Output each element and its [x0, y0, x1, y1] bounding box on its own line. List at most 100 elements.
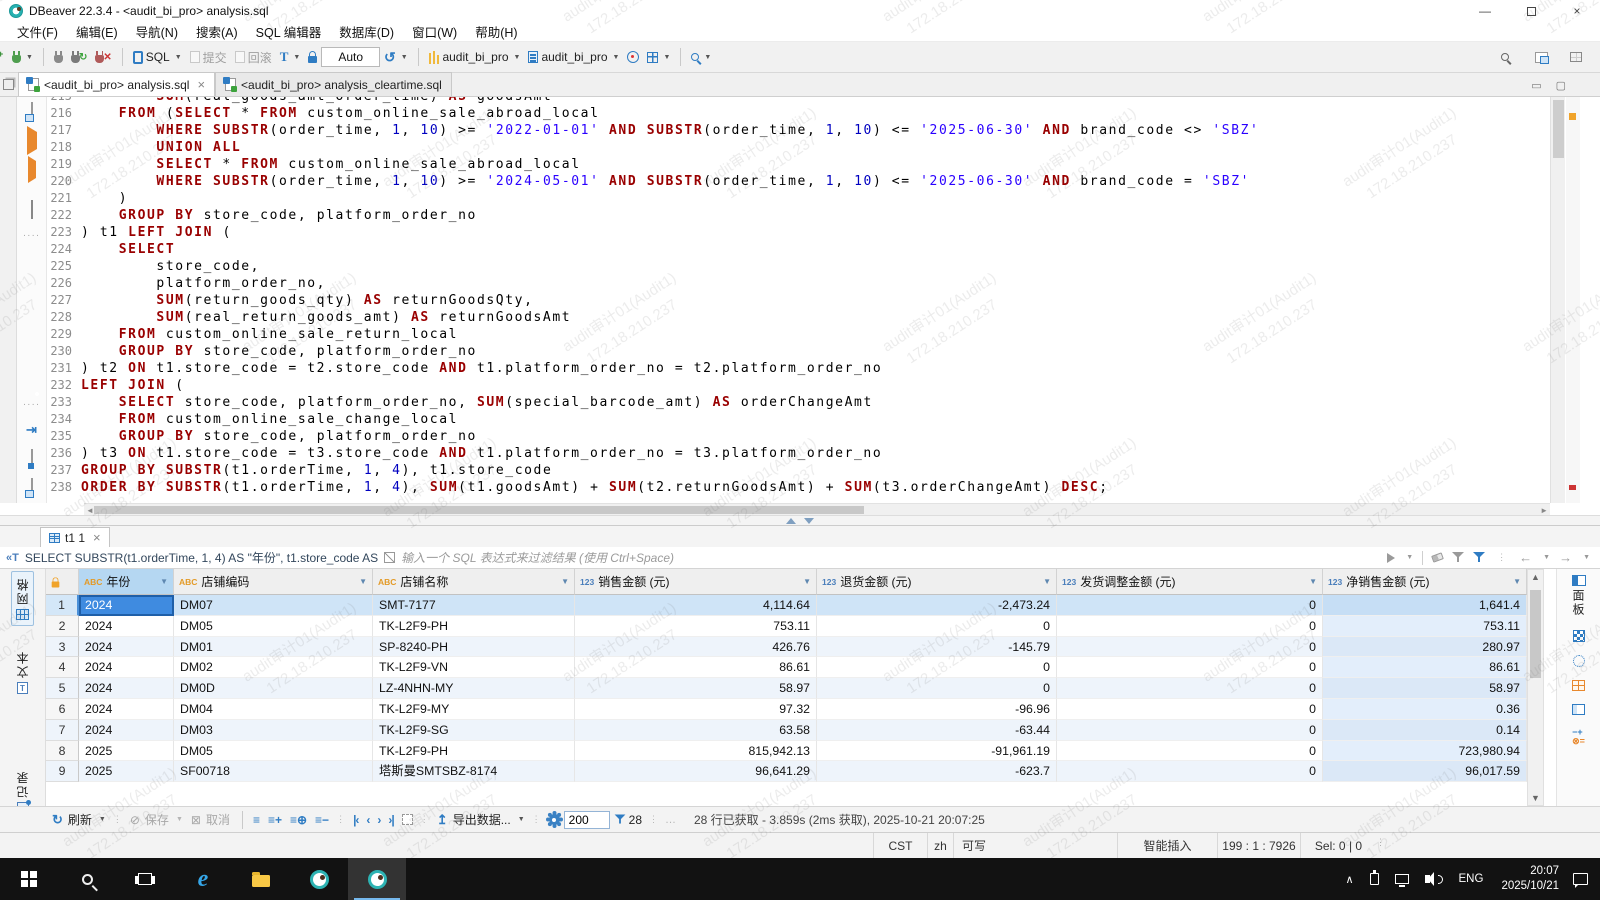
row-number[interactable]: 8	[46, 741, 79, 762]
row-number[interactable]: 4	[46, 657, 79, 678]
sql-editor[interactable]: ···· ···· ⇥ 215 SUM(real_goods_amt_order…	[0, 97, 1600, 503]
fetch-size-input[interactable]	[564, 811, 610, 829]
taskbar-search-icon[interactable]	[58, 858, 116, 900]
splitter-up-icon[interactable]	[786, 518, 796, 524]
status-segment[interactable]: zh	[927, 833, 953, 858]
table-cell[interactable]: LZ-4NHN-MY	[373, 678, 575, 699]
table-cell[interactable]: 2024	[79, 657, 174, 678]
execution-plan-button[interactable]: ▼	[643, 50, 674, 65]
menu-item[interactable]: 编辑(E)	[67, 20, 127, 43]
table-cell[interactable]: 0	[1057, 637, 1323, 658]
language-indicator[interactable]: ENG	[1451, 858, 1492, 900]
table-cell[interactable]: SP-8240-PH	[373, 637, 575, 658]
dashboard-button[interactable]	[623, 49, 643, 65]
references-icon[interactable]	[1572, 704, 1585, 715]
new-connection-button[interactable]: +▼	[8, 49, 37, 65]
quick-search-icon[interactable]	[1497, 51, 1513, 63]
table-cell[interactable]: 0.36	[1323, 699, 1527, 720]
table-cell[interactable]: 0	[1057, 657, 1323, 678]
menu-item[interactable]: 搜索(A)	[187, 20, 247, 43]
column-header[interactable]: 123销售金额 (元)▼	[575, 569, 817, 595]
minimize-editor-icon[interactable]: ▭	[1531, 79, 1541, 92]
toolbar-search-button[interactable]: ▼	[687, 51, 715, 63]
start-button[interactable]	[0, 858, 58, 900]
maximize-button[interactable]	[1508, 0, 1554, 22]
minimize-button[interactable]: —	[1462, 0, 1508, 22]
menu-item[interactable]: 数据库(D)	[330, 20, 403, 43]
result-view-tab-grid[interactable]: 网格	[11, 571, 34, 626]
clear-filter-icon[interactable]	[1431, 552, 1444, 562]
editor-panel-icon[interactable]	[31, 103, 33, 121]
export-from-query-icon[interactable]: ⇥	[26, 421, 37, 439]
table-cell[interactable]: 58.97	[575, 678, 817, 699]
column-header[interactable]: ABC店铺名称▼	[373, 569, 575, 595]
row-number[interactable]: 6	[46, 699, 79, 720]
table-cell[interactable]: 753.11	[1323, 616, 1527, 637]
row-number[interactable]: 7	[46, 720, 79, 741]
column-header[interactable]: 123发货调整金额 (元)▼	[1057, 569, 1323, 595]
row-number[interactable]: 3	[46, 637, 79, 658]
maximize-editor-icon[interactable]: ▢	[1556, 79, 1566, 92]
table-cell[interactable]: -623.7	[817, 761, 1057, 782]
table-cell[interactable]: TK-L2F9-SG	[373, 720, 575, 741]
column-header[interactable]: 123净销售金额 (元)▼	[1323, 569, 1527, 595]
tab-close-icon[interactable]: ×	[197, 77, 205, 92]
menu-item[interactable]: 帮助(H)	[466, 20, 526, 43]
results-grid[interactable]: ABC年份▼ABC店铺编码▼ABC店铺名称▼123销售金额 (元)▼123退货金…	[46, 569, 1527, 782]
menu-item[interactable]: SQL 编辑器	[247, 20, 331, 43]
table-cell[interactable]: 96,641.29	[575, 761, 817, 782]
column-dropdown-icon[interactable]: ▼	[1513, 577, 1521, 586]
status-segment[interactable]: Sel: 0 | 0	[1300, 833, 1376, 858]
result-view-tab-text[interactable]: 文本T	[11, 644, 34, 700]
row-number[interactable]: 9	[46, 761, 79, 782]
table-cell[interactable]: 0	[1057, 741, 1323, 762]
editor-tab[interactable]: <audit_bi_pro> analysis.sql×	[18, 72, 215, 96]
table-cell[interactable]: 2024	[79, 720, 174, 741]
row-number[interactable]: 2	[46, 616, 79, 637]
table-cell[interactable]: TK-L2F9-MY	[373, 699, 575, 720]
connect-button[interactable]	[50, 49, 67, 65]
table-cell[interactable]: DM02	[174, 657, 373, 678]
scroll-up-icon[interactable]: ▲	[1531, 572, 1540, 582]
editor-results-splitter[interactable]	[0, 515, 1600, 526]
first-page-icon[interactable]: |‹	[349, 811, 362, 829]
disconnect-button[interactable]: ✕	[91, 49, 115, 65]
table-cell[interactable]: 0.14	[1323, 720, 1527, 741]
column-dropdown-icon[interactable]: ▼	[359, 577, 367, 586]
network-tray-icon[interactable]	[1387, 858, 1417, 900]
reconnect-button[interactable]: ↻	[67, 49, 91, 65]
table-cell[interactable]: 86.61	[575, 657, 817, 678]
code-area[interactable]: 215 SUM(real_goods_amt_order_time) AS go…	[47, 97, 1547, 496]
table-row[interactable]: 32024DM01SP-8240-PH426.76-145.790280.97	[46, 637, 1527, 658]
table-cell[interactable]: TK-L2F9-PH	[373, 616, 575, 637]
table-cell[interactable]: -63.44	[817, 720, 1057, 741]
table-cell[interactable]: 0	[817, 657, 1057, 678]
status-segment[interactable]: 199 : 1 : 7926	[1217, 833, 1300, 858]
table-cell[interactable]: 58.97	[1323, 678, 1527, 699]
fetch-page-icon[interactable]	[398, 812, 417, 827]
table-cell[interactable]: 2024	[79, 616, 174, 637]
row-number[interactable]: 5	[46, 678, 79, 699]
volume-tray-icon[interactable]	[1417, 858, 1451, 900]
status-segment[interactable]: CST	[873, 833, 927, 858]
table-cell[interactable]: 2024	[79, 595, 174, 616]
table-cell[interactable]: 96,017.59	[1323, 761, 1527, 782]
explain-plan-button[interactable]	[31, 201, 33, 219]
table-cell[interactable]: SF00718	[174, 761, 373, 782]
table-cell[interactable]: 0	[1057, 761, 1323, 782]
table-cell[interactable]: 280.97	[1323, 637, 1527, 658]
duplicate-row-icon[interactable]: ≡⊕	[286, 811, 311, 829]
refresh-button[interactable]: ↻刷新▼	[48, 809, 110, 830]
table-cell[interactable]: 0	[1057, 678, 1323, 699]
table-cell[interactable]: 0	[1057, 699, 1323, 720]
table-cell[interactable]: DM01	[174, 637, 373, 658]
column-dropdown-icon[interactable]: ▼	[561, 577, 569, 586]
editor-horizontal-scrollbar[interactable]: ◄ ►	[84, 503, 1550, 515]
table-cell[interactable]: 0	[1057, 616, 1323, 637]
table-cell[interactable]: 2024	[79, 678, 174, 699]
table-cell[interactable]: 塔斯曼SMTSBZ-8174	[373, 761, 575, 782]
file-explorer-icon[interactable]	[232, 858, 290, 900]
menu-item[interactable]: 文件(F)	[8, 20, 67, 43]
table-row[interactable]: 72024DM03TK-L2F9-SG63.58-63.4400.14	[46, 720, 1527, 741]
table-cell[interactable]: 2024	[79, 637, 174, 658]
